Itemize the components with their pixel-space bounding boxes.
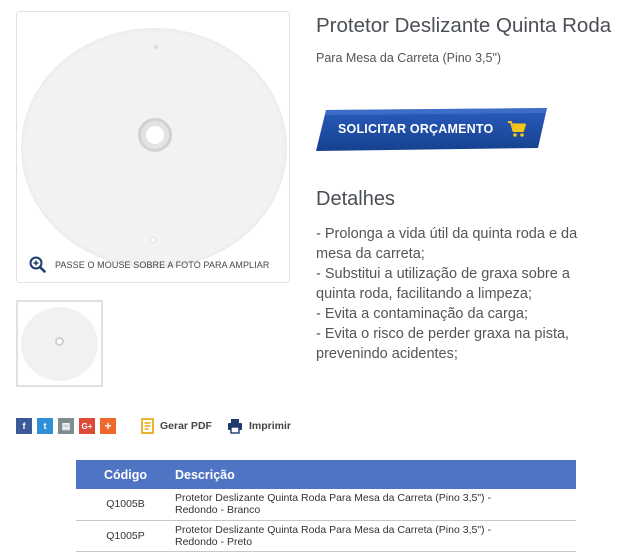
details-heading: Detalhes [316, 188, 395, 210]
row-description-line: Protetor Deslizante Quinta Roda Para Mes… [175, 523, 491, 536]
zoom-hint: PASSE O MOUSE SOBRE A FOTO PARA AMPLIAR [29, 256, 269, 273]
twitter-icon[interactable]: t [37, 418, 53, 434]
print-label: Imprimir [249, 420, 292, 432]
details-line: prevenindo acidentes; [316, 346, 458, 362]
generate-pdf-button[interactable]: Gerar PDF [141, 418, 212, 434]
generate-pdf-label: Gerar PDF [160, 420, 212, 432]
disc-center-hub [138, 118, 172, 152]
printer-icon [228, 419, 242, 434]
product-subtitle: Para Mesa da Carreta (Pino 3,5") [316, 51, 502, 65]
details-line: quinta roda, facilitando a limpeza; [316, 286, 533, 302]
print-button[interactable]: Imprimir [227, 418, 291, 434]
row-description-line: Protetor Deslizante Quinta Roda Para Mes… [175, 492, 491, 505]
cart-icon [508, 121, 526, 137]
zoom-hint-text: PASSE O MOUSE SOBRE A FOTO PARA AMPLIAR [55, 259, 270, 270]
product-title: Protetor Deslizante Quinta Roda [316, 14, 612, 37]
zoom-magnifier-icon [29, 256, 46, 273]
thumbnail-disc-hub [55, 337, 64, 346]
table-row: Q1005P Protetor Deslizante Quinta Roda P… [76, 520, 576, 552]
row-code: Q1005B [76, 489, 175, 521]
main-product-image[interactable]: PASSE O MOUSE SOBRE A FOTO PARA AMPLIAR [16, 11, 290, 283]
details-line: - Substitui a utilização de graxa sobre … [316, 266, 570, 282]
row-description: Protetor Deslizante Quinta Roda Para Mes… [175, 520, 576, 552]
quote-button-label: SOLICITAR ORÇAMENTO [338, 122, 494, 136]
disc-hole-top [154, 45, 158, 49]
table-header-row: Código Descrição [76, 460, 576, 489]
column-header-description: Descrição [175, 460, 576, 489]
disc-hole-bottom [150, 237, 156, 243]
row-description-line: Redondo - Branco [175, 504, 261, 517]
table-row: Q1005B Protetor Deslizante Quinta Roda P… [76, 489, 576, 521]
row-description-line: Redondo - Preto [175, 535, 253, 548]
row-code: Q1005P [76, 520, 175, 552]
print-share-icon[interactable]: ▤ [58, 418, 74, 434]
share-bar: f t ▤ G+ + [16, 418, 121, 434]
details-line: - Prolonga a vida útil da quinta roda e … [316, 226, 578, 242]
product-codes-table: Código Descrição Q1005B Protetor Desliza… [76, 460, 576, 552]
details-line: - Evita o risco de perder graxa na pista… [316, 326, 570, 342]
facebook-icon[interactable]: f [16, 418, 32, 434]
product-thumbnail[interactable] [16, 300, 103, 387]
pdf-document-icon [141, 418, 154, 434]
details-list: - Prolonga a vida útil da quinta roda e … [316, 224, 616, 364]
details-line: - Evita a contaminação da carga; [316, 306, 528, 322]
details-line: mesa da carreta; [316, 246, 425, 262]
google-plus-icon[interactable]: G+ [79, 418, 95, 434]
column-header-code: Código [76, 460, 175, 489]
request-quote-button[interactable]: SOLICITAR ORÇAMENTO [316, 108, 548, 151]
more-share-icon[interactable]: + [100, 418, 116, 434]
row-description: Protetor Deslizante Quinta Roda Para Mes… [175, 489, 576, 521]
